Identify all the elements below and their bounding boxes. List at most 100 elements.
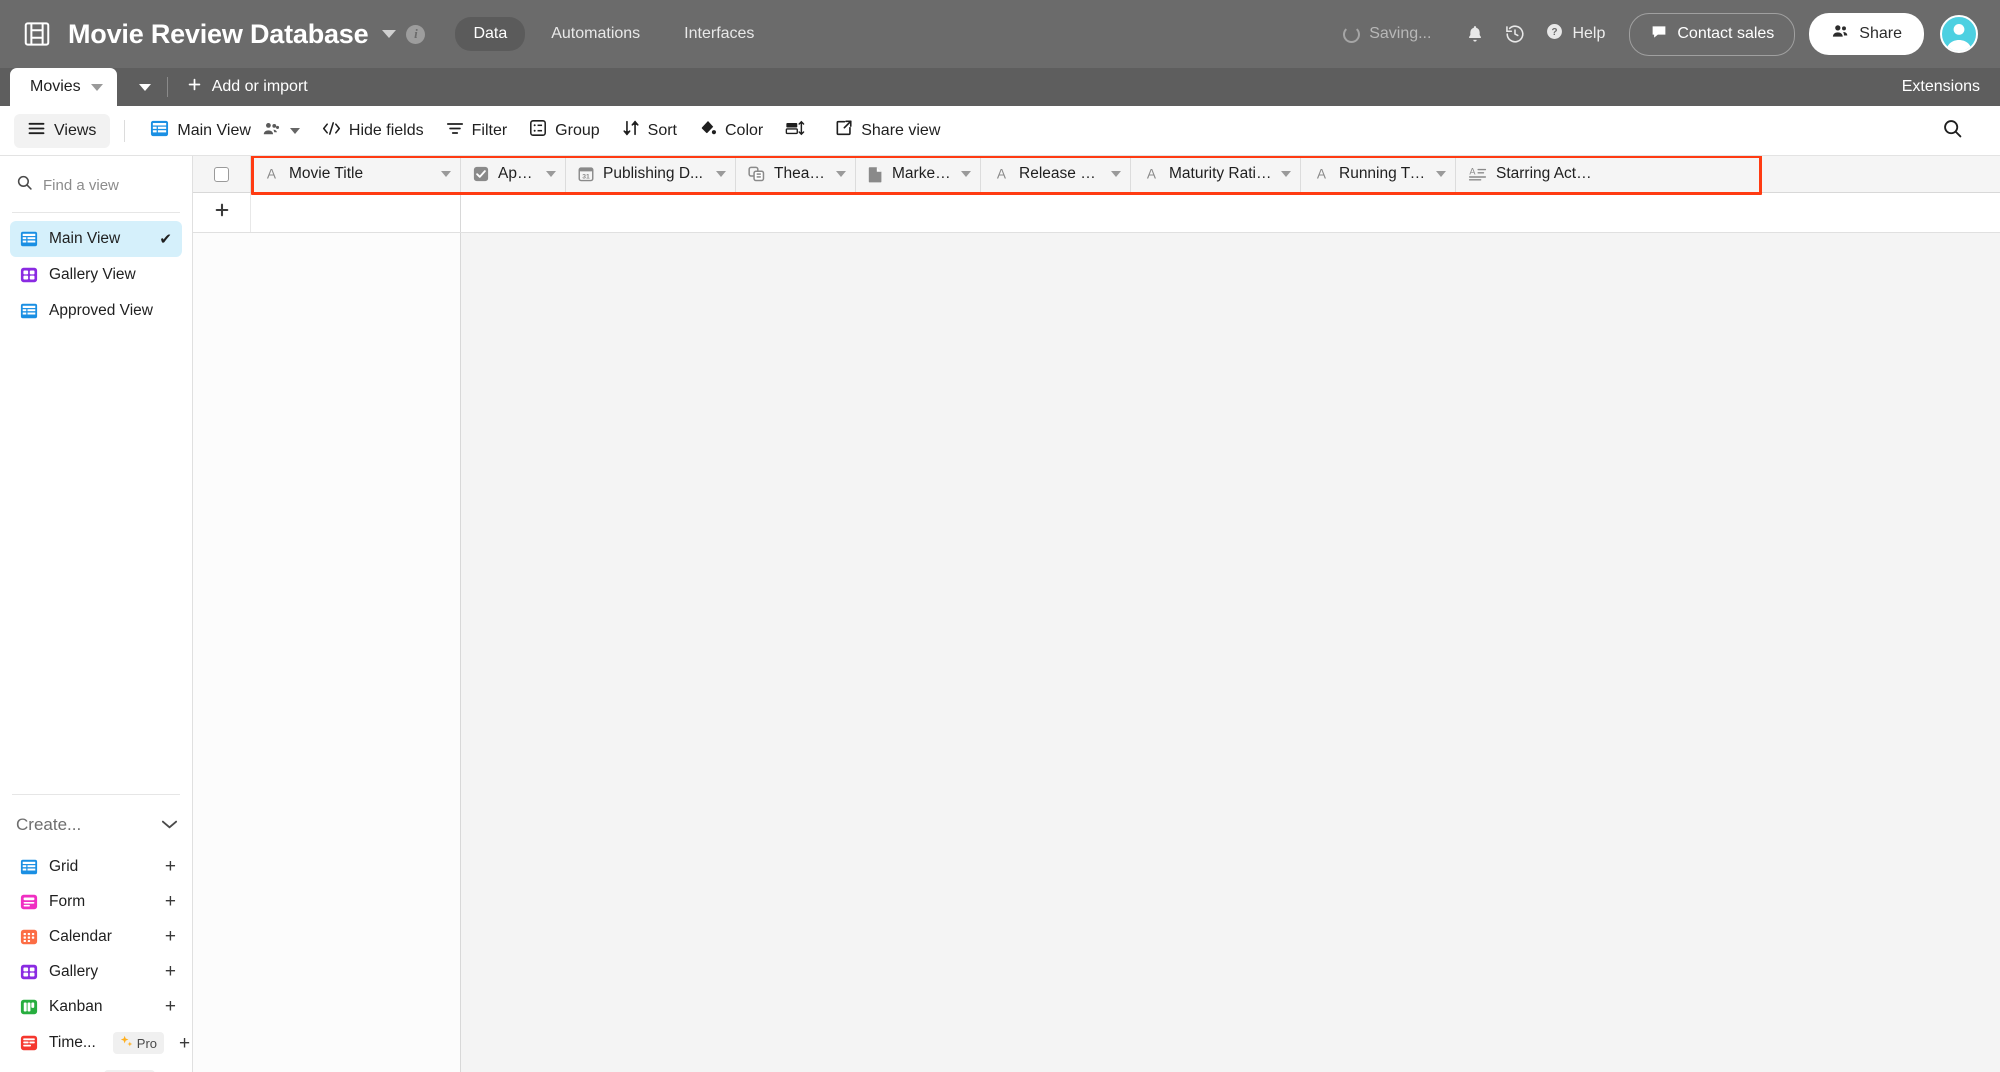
plus-icon[interactable]: +: [165, 962, 176, 981]
column-header-release-date[interactable]: A Release Date: [981, 156, 1131, 192]
chevron-down-icon[interactable]: [441, 171, 451, 177]
create-section-header[interactable]: Create...: [0, 795, 192, 849]
hide-fields-button[interactable]: Hide fields: [311, 113, 435, 149]
divider: [124, 119, 126, 142]
column-header-running-time[interactable]: A Running Time: [1301, 156, 1456, 192]
chevron-down-icon[interactable]: [1281, 171, 1291, 177]
column-header-marketing[interactable]: Marketi...: [856, 156, 981, 192]
current-view-button[interactable]: Main View: [139, 112, 311, 150]
bell-icon[interactable]: [1455, 14, 1495, 54]
film-strip-icon: [22, 19, 52, 49]
create-view-list: Grid + Form + Calendar + Gallery + Kanba…: [0, 849, 192, 1072]
create-form-view[interactable]: Form +: [10, 884, 182, 919]
find-view-input[interactable]: [43, 176, 163, 194]
column-header-label: Approved: [498, 165, 537, 182]
plus-icon[interactable]: +: [165, 892, 176, 911]
form-view-icon: [20, 893, 38, 911]
column-header-label: Release Date: [1019, 165, 1102, 182]
sidebar-item-main-view[interactable]: Main View ✔: [10, 221, 182, 257]
add-row-button[interactable]: [193, 193, 251, 232]
column-header-movie-title[interactable]: A Movie Title: [251, 156, 461, 192]
chevron-down-icon[interactable]: [836, 171, 846, 177]
column-header-label: Running Time: [1339, 165, 1427, 182]
airtable-app-window: Movie Review Database i Data Automations…: [0, 0, 2000, 1072]
grid-empty-right: [461, 233, 2000, 1072]
search-button[interactable]: [1931, 111, 1974, 151]
chevron-down-icon[interactable]: [1436, 171, 1446, 177]
svg-text:A: A: [1469, 167, 1476, 177]
share-view-button[interactable]: Share view: [824, 112, 951, 149]
link-field-icon: [748, 166, 765, 182]
add-or-import-button[interactable]: Add or import: [168, 68, 326, 106]
row-height-button[interactable]: [774, 112, 824, 149]
create-item-label: Gallery: [49, 962, 99, 980]
create-gallery-view[interactable]: Gallery +: [10, 954, 182, 989]
base-title[interactable]: Movie Review Database: [68, 19, 369, 50]
sort-label: Sort: [647, 121, 677, 139]
group-button[interactable]: Group: [518, 112, 610, 149]
tab-data[interactable]: Data: [455, 17, 526, 51]
sparkles-icon: [120, 1035, 133, 1051]
chevron-down-icon[interactable]: [161, 815, 178, 835]
contact-sales-label: Contact sales: [1677, 25, 1775, 42]
chevron-down-icon[interactable]: [716, 171, 726, 177]
create-kanban-view[interactable]: Kanban +: [10, 989, 182, 1024]
column-header-theatrical[interactable]: Theatri...: [736, 156, 856, 192]
chevron-down-icon[interactable]: [90, 83, 103, 91]
row-height-icon: [785, 119, 805, 142]
column-header-maturity-rating[interactable]: A Maturity Rating: [1131, 156, 1301, 192]
svg-text:A: A: [267, 167, 277, 182]
table-list-expand-button[interactable]: [138, 68, 151, 106]
sidebar-item-approved-view[interactable]: Approved View: [10, 293, 182, 329]
plus-icon: [214, 201, 230, 224]
color-button[interactable]: Color: [688, 112, 774, 149]
chevron-down-icon[interactable]: [1111, 171, 1121, 177]
chevron-down-icon[interactable]: [546, 171, 556, 177]
plus-icon[interactable]: +: [179, 1034, 190, 1053]
extensions-button[interactable]: Extensions: [1882, 68, 2000, 106]
add-row-first-column[interactable]: [251, 193, 461, 232]
group-label: Group: [555, 121, 600, 139]
filter-button[interactable]: Filter: [435, 113, 519, 149]
column-header-label: Maturity Rating: [1169, 165, 1272, 182]
column-header-approved[interactable]: Approved: [461, 156, 566, 192]
spinner-icon: [1343, 25, 1361, 43]
chevron-down-icon[interactable]: [382, 30, 397, 38]
tab-automations[interactable]: Automations: [533, 17, 658, 51]
create-calendar-view[interactable]: Calendar +: [10, 919, 182, 954]
help-button[interactable]: ? Help: [1535, 22, 1619, 46]
sort-button[interactable]: Sort: [611, 112, 688, 149]
views-label: Views: [54, 121, 97, 139]
table-tab-bar: Movies Add or import Extensions: [0, 68, 2000, 106]
create-gantt-view[interactable]: Gantt Pro +: [10, 1062, 182, 1072]
plus-icon[interactable]: +: [165, 927, 176, 946]
plus-icon[interactable]: +: [165, 857, 176, 876]
contact-sales-button[interactable]: Contact sales: [1629, 12, 1796, 56]
table-tab-movies[interactable]: Movies: [10, 68, 117, 106]
chevron-down-icon[interactable]: [961, 171, 971, 177]
views-toggle-button[interactable]: Views: [14, 113, 111, 148]
create-grid-view[interactable]: Grid +: [10, 849, 182, 884]
create-item-label: Calendar: [49, 927, 112, 945]
sidebar-item-gallery-view[interactable]: Gallery View: [10, 257, 182, 293]
select-all-checkbox-cell[interactable]: [193, 156, 251, 192]
column-header-starring-actors[interactable]: A Starring Actors: [1456, 156, 1606, 192]
column-header-label: Marketi...: [892, 165, 952, 182]
share-button[interactable]: Share: [1809, 13, 1924, 55]
plus-icon[interactable]: +: [165, 997, 176, 1016]
tab-interfaces[interactable]: Interfaces: [666, 17, 772, 51]
chevron-down-icon: [138, 83, 151, 91]
column-header-publishing-date[interactable]: 31 Publishing D...: [566, 156, 736, 192]
create-item-label: Kanban: [49, 997, 103, 1015]
svg-text:31: 31: [582, 173, 590, 180]
checkbox-icon[interactable]: [214, 166, 229, 182]
clock-history-icon[interactable]: [1495, 14, 1535, 54]
pro-badge: Pro: [112, 1032, 165, 1054]
user-avatar-icon[interactable]: [1940, 15, 1978, 53]
info-icon[interactable]: i: [406, 24, 426, 44]
people-icon: [1831, 22, 1850, 46]
create-timeline-view[interactable]: Time... Pro +: [10, 1024, 190, 1062]
color-palette-icon: [699, 119, 717, 142]
chevron-down-icon[interactable]: [289, 127, 300, 134]
add-row-row[interactable]: [193, 193, 2000, 233]
